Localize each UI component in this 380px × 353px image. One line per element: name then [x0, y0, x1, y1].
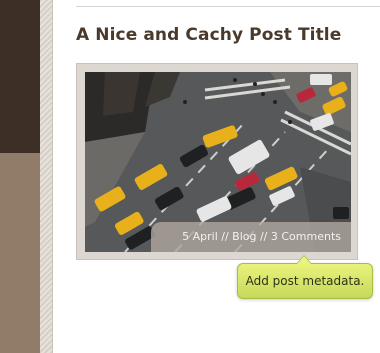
post-metadata-overlay: 5 April // Blog // 3 Comments — [151, 222, 351, 252]
post-image[interactable]: 5 April // Blog // 3 Comments — [85, 72, 351, 252]
annotation-tooltip: Add post metadata. — [237, 255, 373, 299]
post-metadata[interactable]: 5 April // Blog // 3 Comments — [182, 230, 341, 243]
sidebar-border — [40, 0, 53, 353]
tooltip-text: Add post metadata. — [245, 274, 365, 288]
post-title[interactable]: A Nice and Cachy Post Title — [76, 25, 341, 45]
sidebar-light-panel — [0, 153, 40, 353]
sidebar-dark-panel — [0, 0, 40, 153]
top-divider — [76, 0, 380, 7]
